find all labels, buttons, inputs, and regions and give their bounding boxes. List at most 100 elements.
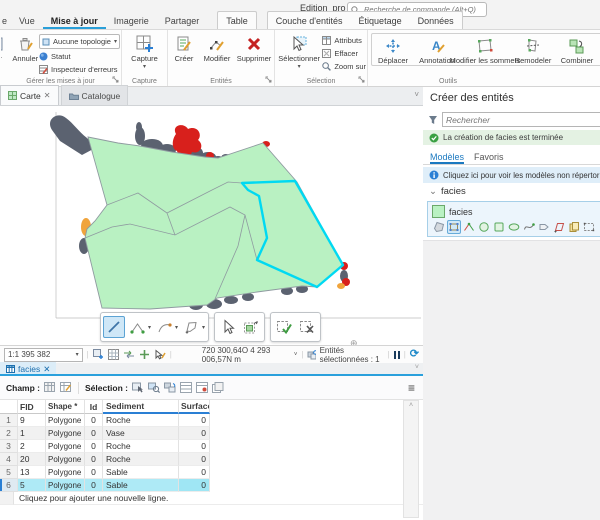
tab-overflow-chevron-icon[interactable]: ˅ [415,364,419,371]
collapse-chevron-icon[interactable]: ⌄ [429,186,437,197]
stamp-tool-icon[interactable] [567,220,581,234]
trace-polygon-tool[interactable] [180,316,202,338]
trace-tool-icon[interactable] [537,220,551,234]
unlisted-templates-notice[interactable]: Cliquez ici pour voir les modèles non ré… [423,167,600,183]
toolbar-options-icon[interactable]: ⊕ [350,338,358,345]
table-menu-icon[interactable]: ≡ [408,382,415,394]
caret-down-icon[interactable]: ▾ [148,324,151,331]
tab-etiquetage[interactable]: Étiquetage [351,13,410,29]
template-search-input[interactable] [442,112,600,127]
caret-down-icon[interactable]: ▾ [202,324,205,331]
attributes-button[interactable]: Attributs [322,34,366,46]
dialog-launcher-icon[interactable] [358,75,365,85]
table-row[interactable]: 4 20 Polygone 0 Roche 0 [0,453,423,466]
edit-vertices-button[interactable]: Modifier les sommets [460,34,510,65]
column-header-sediment[interactable]: Sediment [103,400,179,414]
square-tool-icon[interactable] [492,220,506,234]
tab-clipped[interactable]: e [0,13,11,29]
table-row[interactable]: 2 1 Polygone 0 Vase 0 [0,427,423,440]
dialog-launcher-icon[interactable] [265,75,272,85]
edit-pointer-icon[interactable] [154,349,166,360]
layer-section-facies[interactable]: ⌄ facies [423,183,600,200]
caret-down-icon[interactable]: ▾ [175,324,178,331]
tab-imagerie[interactable]: Imagerie [106,13,157,29]
modify-features-button[interactable]: Modifier [199,32,235,63]
tab-donnees[interactable]: Données [410,13,462,29]
status-button[interactable]: Statut [39,50,120,62]
save-button[interactable]: trer [1,32,12,63]
tab-catalogue[interactable]: Catalogue [61,85,129,105]
add-feature-icon[interactable] [139,349,150,360]
calculate-field-icon[interactable] [60,382,72,393]
column-header-shape[interactable]: Shape * [46,400,85,414]
arc-segment-tool[interactable] [153,316,175,338]
tab-vue[interactable]: Vue [11,13,43,29]
map-view[interactable]: ▾ ▾ ▾ [0,106,423,345]
table-row[interactable]: 1 9 Polygone 0 Roche 0 [0,414,423,427]
ellipse-tool-icon[interactable] [507,220,521,234]
clear-selection-button[interactable]: Effacer [322,47,366,59]
column-header-fid[interactable]: FID [18,400,46,414]
tab-couche-entites[interactable]: Couche d'entités [268,13,351,29]
coordinates-readout[interactable]: 720 300,64O 4 293 006,57N m ˅ [202,346,298,364]
discard-edits-button[interactable]: Annuler [12,32,40,63]
topology-dropdown[interactable]: Aucune topologie ▾ [39,34,120,49]
column-header-id[interactable]: Id [85,400,103,414]
tab-favoris[interactable]: Favoris [474,152,504,164]
rectangle-tool-icon[interactable] [447,220,461,234]
add-new-row[interactable]: Cliquez pour ajouter une nouvelle ligne. [0,492,423,505]
circle-tool-icon[interactable] [477,220,491,234]
scroll-up-icon[interactable]: ˄ [404,401,418,411]
grid-icon[interactable] [108,349,119,360]
right-angle-tool-icon[interactable] [462,220,476,234]
zoom-to-selection-button[interactable]: Zoom sur [322,60,366,72]
select-button[interactable]: Sélectionner ▾ [276,32,322,70]
pause-drawing-button[interactable] [394,351,400,359]
clear-selection-icon[interactable] [180,382,192,393]
error-inspector-button[interactable]: Inspecteur d'erreurs [39,63,120,75]
table-row[interactable]: 5 13 Polygone 0 Sable 0 [0,466,423,479]
tab-table[interactable]: Table [218,13,256,29]
add-field-icon[interactable] [44,382,56,393]
trace-angle-tool[interactable] [126,316,148,338]
zoom-to-selection-icon[interactable] [148,382,160,393]
close-icon[interactable]: ✕ [44,91,51,100]
autocomplete-polygon-tool-icon[interactable] [552,220,566,234]
refresh-icon[interactable]: ⟳ [410,349,419,360]
column-header-surface[interactable]: Surface [179,400,210,414]
cancel-sketch-button[interactable] [296,316,318,338]
facies-polygon-layer[interactable] [85,137,343,309]
new-map-icon[interactable] [93,349,104,360]
create-features-button[interactable]: Créer [169,32,199,63]
filter-icon[interactable] [428,115,438,125]
freehand-tool-icon[interactable] [522,220,536,234]
table-scrollbar[interactable]: ˄ [403,400,419,518]
tab-modeles[interactable]: Modèles [430,152,464,164]
tab-carte[interactable]: Carte ✕ [0,85,59,105]
finish-sketch-button[interactable] [273,316,295,338]
move-tool-button[interactable]: Déplacer [372,34,414,65]
snapping-button[interactable]: Capture ▾ [123,32,166,70]
annotation-extent-tool-icon[interactable] [582,220,596,234]
transform-icon[interactable] [123,349,135,360]
table-row[interactable]: 3 2 Polygone 0 Roche 0 [0,440,423,453]
delete-features-button[interactable]: Supprimer [235,32,273,63]
select-by-attributes-icon[interactable] [132,382,144,393]
finish-part-tool[interactable] [240,316,262,338]
polygon-tool-icon[interactable] [432,220,446,234]
copy-rows-icon[interactable] [212,382,224,393]
tab-overflow-chevron-icon[interactable]: ˅ [414,90,419,99]
reshape-tool-button[interactable]: Remodeler [510,34,556,65]
tab-partager[interactable]: Partager [157,13,208,29]
scale-combobox[interactable]: 1:1 395 382 ▾ [4,348,83,362]
switch-selection-icon[interactable] [164,382,176,393]
template-card-facies[interactable]: facies [427,201,600,237]
pointer-tool[interactable] [217,316,239,338]
delete-selection-icon[interactable] [196,382,208,393]
line-segment-tool[interactable] [103,316,125,338]
table-row-selected[interactable]: 6 5 Polygone 0 Sable 0 [0,479,423,492]
merge-tool-button[interactable]: Combiner [556,34,598,65]
close-icon[interactable]: ✕ [43,364,50,375]
dialog-launcher-icon[interactable] [112,75,119,85]
tab-mise-a-jour[interactable]: Mise à jour [43,13,106,29]
